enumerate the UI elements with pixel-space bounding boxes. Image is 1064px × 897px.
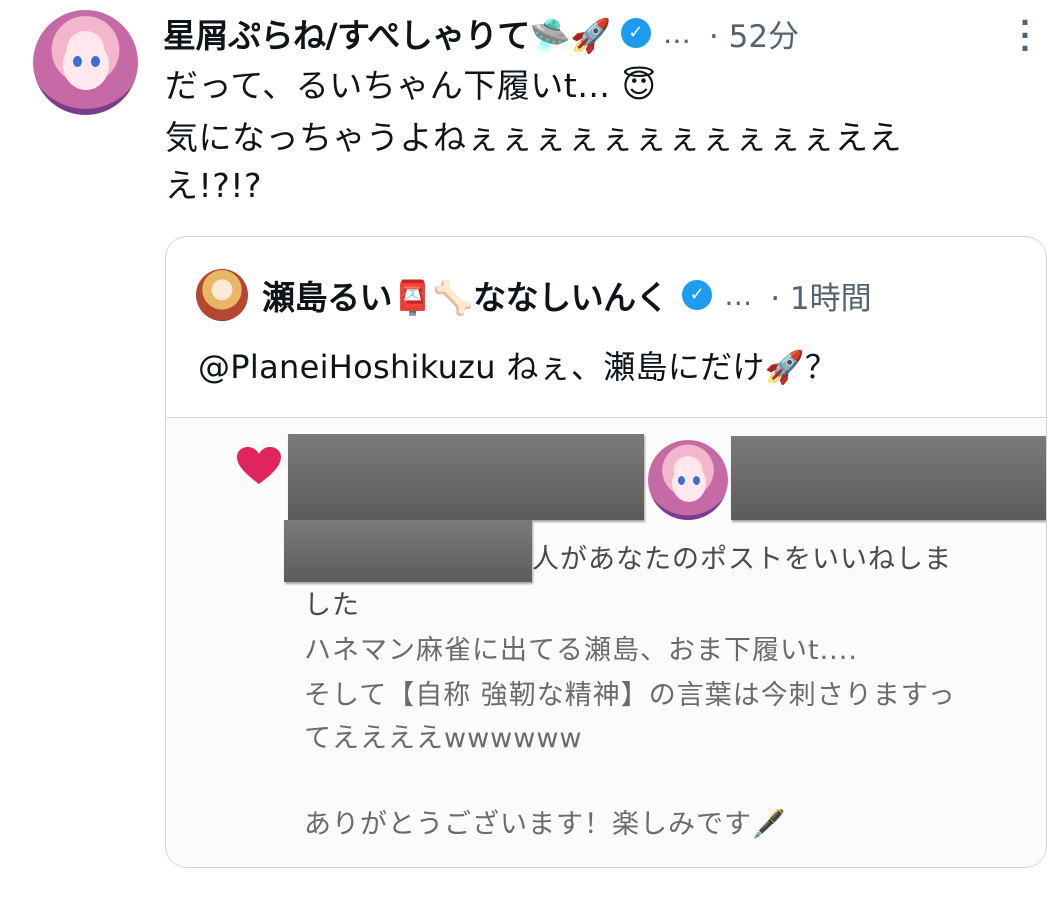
notification-avatar [648,440,728,520]
redacted-username-box [731,436,1046,520]
tweet-text: だって、るいちゃん下履いt… 😇 気になっちゃうよねぇぇぇぇぇぇぇぇぇぇぇええ … [165,64,902,208]
quote-time[interactable]: · 1時間 [770,273,871,318]
avatar[interactable] [33,10,138,115]
avatar-eye-right [91,56,100,67]
avatar-eye-left [73,56,82,67]
quote-avatar[interactable] [196,269,248,321]
quote-text: @PlaneiHoshikuzu ねぇ、瀬島にだけ🚀？ [198,348,838,386]
quote-header: 瀬島るい📮🦴ななしいんく ✓ … · 1時間 [262,269,1032,321]
verified-badge-icon: ✓ [620,18,651,48]
verified-badge-icon: ✓ [682,280,713,310]
vertical-ellipsis-icon[interactable]: · · · [1012,9,1038,63]
tweet-header: 星屑ぷらね/すぺしゃりて🛸🚀 ✓ … · 52分 [163,10,1043,56]
truncation-ellipsis: … [662,16,691,50]
notification-body-line [304,758,956,798]
tweet-time[interactable]: · 52分 [709,11,799,56]
avatar-eye-right [693,476,700,485]
tweet-text-line: だって、るいちゃん下履いt… 😇 [165,66,657,105]
author-name[interactable]: 星屑ぷらね/すぺしゃりて🛸🚀 [163,9,611,57]
avatar-face [672,464,706,502]
redacted-username-box [284,520,532,582]
avatar-face [63,40,109,90]
redacted-username-box [288,434,644,520]
notification-line: 人があなたのポストをいいねしま [532,544,952,575]
notification-body: ハネマン麻雀に出てる瀬島、おま下履いt.... そして【自称 強靭な精神】の言葉… [304,631,956,844]
embedded-screenshot[interactable]: 人があなたのポストをいいねしま した ハネマン麻雀に出てる瀬島、おま下履いt..… [166,417,1046,867]
avatar-eye-left [678,476,685,485]
tweet-text-line: 気になっちゃうよねぇぇぇぇぇぇぇぇぇぇぇええ [165,118,902,157]
heart-icon [236,446,282,486]
notification-line: した [304,590,360,621]
tweet-text-line: え!?!? [165,166,262,205]
notification-body-line: ありがとうございます！楽しみです🖋️ [304,809,787,840]
truncation-ellipsis: … [724,278,753,312]
notification-body-line: そして【自称 強靭な精神】の言葉は今刺さりますっ [304,680,956,711]
notification-body-line: てええええwwwwww [304,723,583,754]
quoted-tweet-card[interactable]: 瀬島るい📮🦴ななしいんく ✓ … · 1時間 @PlaneiHoshikuzu … [165,236,1047,868]
quote-author-name[interactable]: 瀬島るい📮🦴ななしいんく [262,271,669,319]
notification-body-line: ハネマン麻雀に出てる瀬島、おま下履いt.... [304,635,858,666]
